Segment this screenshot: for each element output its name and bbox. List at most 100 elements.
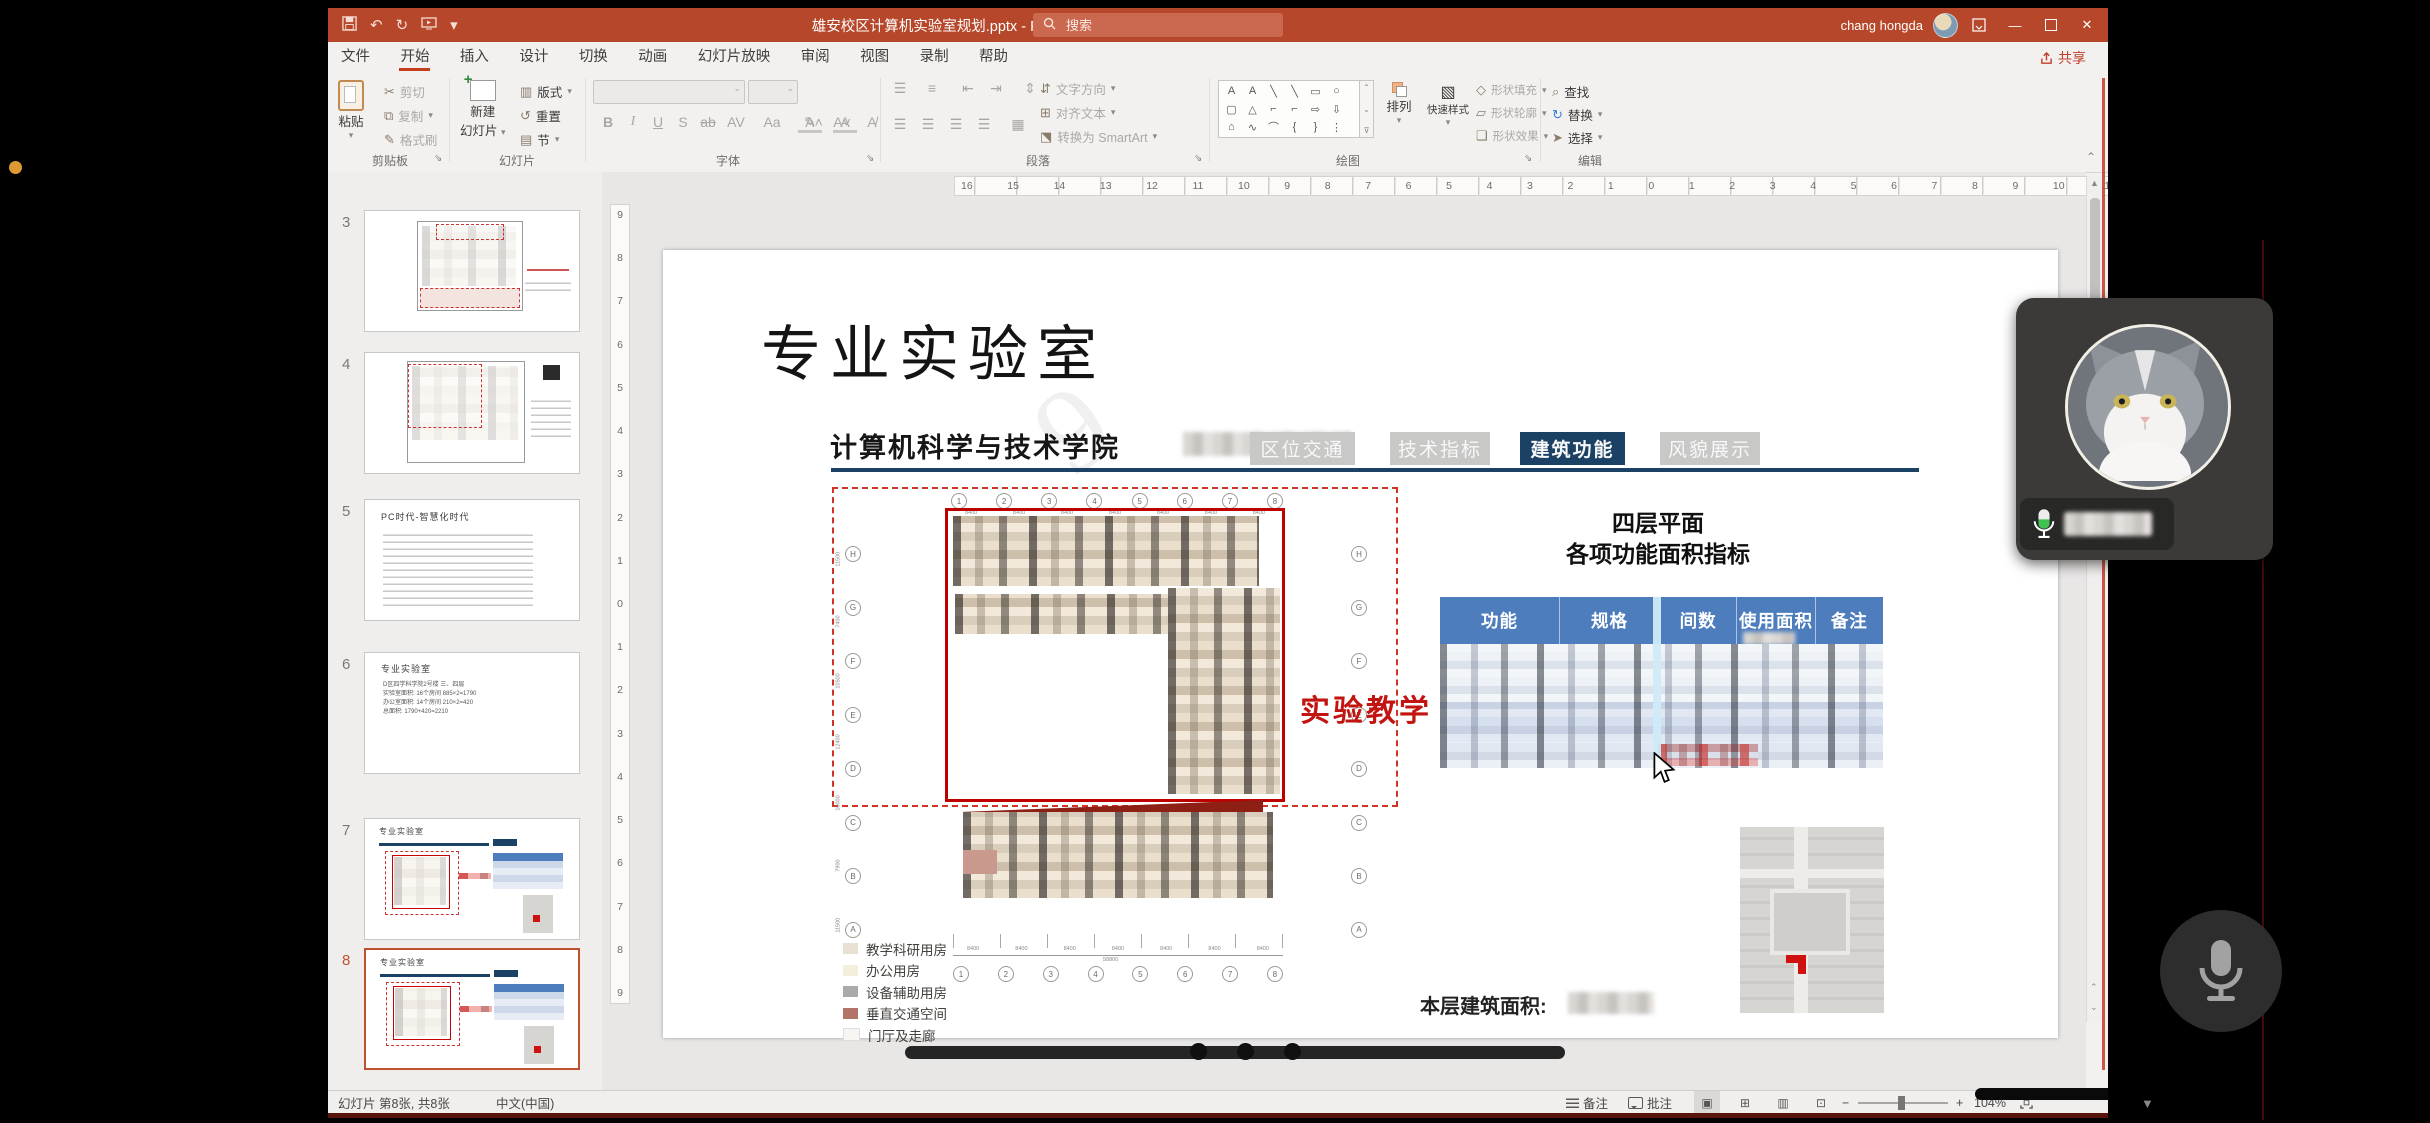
character-spacing-button[interactable]: AV xyxy=(724,114,748,130)
tab-transitions[interactable]: 切换 xyxy=(566,42,621,72)
columns-button[interactable]: ▦ xyxy=(1006,116,1030,133)
scrollbar-up-icon[interactable]: ▲ xyxy=(2090,178,2099,188)
horizontal-ruler[interactable]: 1615141312111098765432101234567891011121… xyxy=(954,176,2108,196)
previous-slide-icon[interactable]: ⌃ xyxy=(2090,982,2098,993)
shape-fill-button[interactable]: ◇形状填充▾ xyxy=(1476,82,1547,98)
microphone-button[interactable] xyxy=(2160,910,2282,1032)
reset-button[interactable]: ↺重置 xyxy=(520,106,561,125)
increase-indent-button[interactable]: ⇥ xyxy=(984,80,1008,97)
zoom-slider[interactable] xyxy=(1858,1091,1948,1114)
text-shadow-button[interactable]: S xyxy=(671,114,695,130)
align-left-button[interactable]: ☰ xyxy=(888,116,912,133)
slide-sorter-view-button[interactable]: ⊞ xyxy=(1732,1091,1758,1114)
account-name[interactable]: chang hongda xyxy=(1841,18,1923,33)
tab-home[interactable]: 开始 xyxy=(387,42,442,72)
slide-thumbnail-4[interactable] xyxy=(364,352,580,474)
bold-button[interactable]: B xyxy=(596,114,620,130)
zoom-in-button[interactable]: + xyxy=(1956,1091,1963,1114)
numbering-button[interactable]: ≡ xyxy=(920,80,944,96)
text-direction-button[interactable]: ⇵文字方向▾ xyxy=(1040,79,1115,98)
new-slide-button[interactable]: 新建 幻灯片 ▾ xyxy=(460,80,506,139)
font-name-combo[interactable] xyxy=(593,80,745,104)
language-indicator[interactable]: 中文(中国) xyxy=(496,1091,554,1114)
slide-thumbnail-6[interactable]: 专业实验室 D区四学科学院2号楼 三、四层 实验室面积: 16个房间 885×2… xyxy=(364,652,580,774)
line-spacing-button[interactable]: ⇕ xyxy=(1018,80,1042,97)
scrollbar-thumb[interactable] xyxy=(2090,198,2100,308)
slide-title[interactable]: 专业实验室 xyxy=(761,306,1106,393)
layout-button[interactable]: ▥版式▾ xyxy=(520,82,572,101)
tab-animations[interactable]: 动画 xyxy=(625,42,680,72)
tab-record[interactable]: 录制 xyxy=(907,42,962,72)
account-avatar[interactable] xyxy=(1933,13,1958,38)
shape-outline-button[interactable]: ▱形状轮廓▾ xyxy=(1476,105,1547,121)
shapes-gallery[interactable]: AA╲╲▭○▢△⌐⌐⇨⇩⌂∿⌒{}⋮ xyxy=(1218,80,1360,138)
shapes-up-icon[interactable]: ⌃ xyxy=(1363,83,1370,92)
slide-canvas[interactable]: 9 9 专业实验室 计算机科学与技术学院 区位交通 技术指标 建筑功能 风貌展示… xyxy=(663,250,2058,1038)
shapes-down-icon[interactable]: ⌄ xyxy=(1363,105,1370,114)
slideshow-view-button[interactable]: ⊡ xyxy=(1808,1091,1834,1114)
align-text-button[interactable]: ⊞对齐文本▾ xyxy=(1040,103,1115,122)
find-button[interactable]: ⌕查找 xyxy=(1552,82,1589,101)
redo-icon[interactable]: ↻ xyxy=(396,16,409,34)
format-painter-button[interactable]: ✎格式刷 xyxy=(384,130,437,149)
normal-view-button[interactable]: ▣ xyxy=(1694,1091,1720,1114)
underline-button[interactable]: U xyxy=(646,114,670,130)
shape-effects-button[interactable]: ❑形状效果▾ xyxy=(1476,128,1548,144)
font-color-button[interactable]: A xyxy=(833,114,857,133)
align-center-button[interactable]: ☰ xyxy=(916,116,940,133)
slide-thumbnail-5[interactable]: PC时代-智慧化时代 xyxy=(364,499,580,621)
reading-view-button[interactable]: ▥ xyxy=(1770,1091,1796,1114)
change-case-button[interactable]: Aa xyxy=(760,114,784,130)
strikethrough-button[interactable]: ab xyxy=(696,114,720,130)
justify-button[interactable]: ☰ xyxy=(972,116,996,133)
tab-insert[interactable]: 插入 xyxy=(447,42,502,72)
select-button[interactable]: ➤选择▾ xyxy=(1552,128,1602,147)
collapse-ribbon-icon[interactable]: ⌃ xyxy=(2086,150,2096,164)
meeting-participant-card[interactable] xyxy=(2016,298,2273,560)
italic-button[interactable]: I xyxy=(621,114,645,130)
paragraph-dialog-launcher-icon[interactable]: ⇘ xyxy=(1194,153,1202,164)
horizontal-scrollbar[interactable] xyxy=(905,1046,1565,1059)
undo-icon[interactable]: ↶ xyxy=(370,16,383,34)
next-slide-icon[interactable]: ⌄ xyxy=(2090,1002,2098,1013)
share-button[interactable]: 共享 xyxy=(2040,42,2086,74)
arrange-button[interactable]: 排列 ▾ xyxy=(1376,82,1422,126)
ribbon-display-options-icon[interactable] xyxy=(1964,8,1994,42)
start-slideshow-icon[interactable] xyxy=(421,17,437,34)
copy-button[interactable]: ⧉复制▾ xyxy=(384,106,433,125)
shapes-more-icon[interactable]: ⊽ xyxy=(1364,126,1370,135)
slide-thumbnail-3[interactable] xyxy=(364,210,580,332)
tab-design[interactable]: 设计 xyxy=(506,42,561,72)
zoom-thumb[interactable] xyxy=(1898,1096,1905,1110)
bullets-button[interactable]: ☰ xyxy=(888,80,912,97)
slide-counter[interactable]: 幻灯片 第8张, 共8张 xyxy=(338,1091,450,1114)
tab-slideshow[interactable]: 幻灯片放映 xyxy=(685,42,784,72)
slide-thumbnail-8-selected[interactable]: 专业实验室 xyxy=(364,948,580,1070)
quick-styles-button[interactable]: ▧ 快速样式 ▾ xyxy=(1426,82,1470,128)
section-button[interactable]: ▤节▾ xyxy=(520,130,559,149)
save-icon[interactable] xyxy=(342,16,357,35)
font-size-combo[interactable] xyxy=(748,80,798,104)
maximize-button[interactable] xyxy=(2036,8,2066,42)
decrease-indent-button[interactable]: ⇤ xyxy=(956,80,980,97)
paste-button[interactable]: 粘贴 ▾ xyxy=(338,80,364,141)
tab-review[interactable]: 审阅 xyxy=(788,42,843,72)
clipboard-dialog-launcher-icon[interactable]: ⇘ xyxy=(434,153,442,164)
vertical-ruler[interactable]: 9876543210123456789 xyxy=(610,204,630,1004)
comments-toggle[interactable]: 批注 xyxy=(1628,1091,1672,1114)
tab-file[interactable]: 文件 xyxy=(328,42,383,72)
replace-button[interactable]: ↻替换▾ xyxy=(1552,105,1602,124)
slide-thumbnail-7[interactable]: 专业实验室 xyxy=(364,818,580,940)
align-right-button[interactable]: ☰ xyxy=(944,116,968,133)
search-box[interactable] xyxy=(1033,13,1283,37)
scroll-down-arrow-icon[interactable]: ▼ xyxy=(2141,1096,2154,1111)
customize-qat-caret-icon[interactable]: ▾ xyxy=(450,16,458,34)
highlight-color-button[interactable]: ✎ xyxy=(798,114,822,133)
font-dialog-launcher-icon[interactable]: ⇘ xyxy=(866,153,874,164)
notes-toggle[interactable]: 备注 xyxy=(1566,1091,1608,1114)
tab-help[interactable]: 帮助 xyxy=(966,42,1021,72)
zoom-out-button[interactable]: − xyxy=(1842,1091,1849,1114)
shapes-gallery-scrollbar[interactable]: ⌃ ⌄ ⊽ xyxy=(1360,80,1374,138)
tab-view[interactable]: 视图 xyxy=(847,42,902,72)
cut-button[interactable]: ✂剪切 xyxy=(384,82,425,101)
